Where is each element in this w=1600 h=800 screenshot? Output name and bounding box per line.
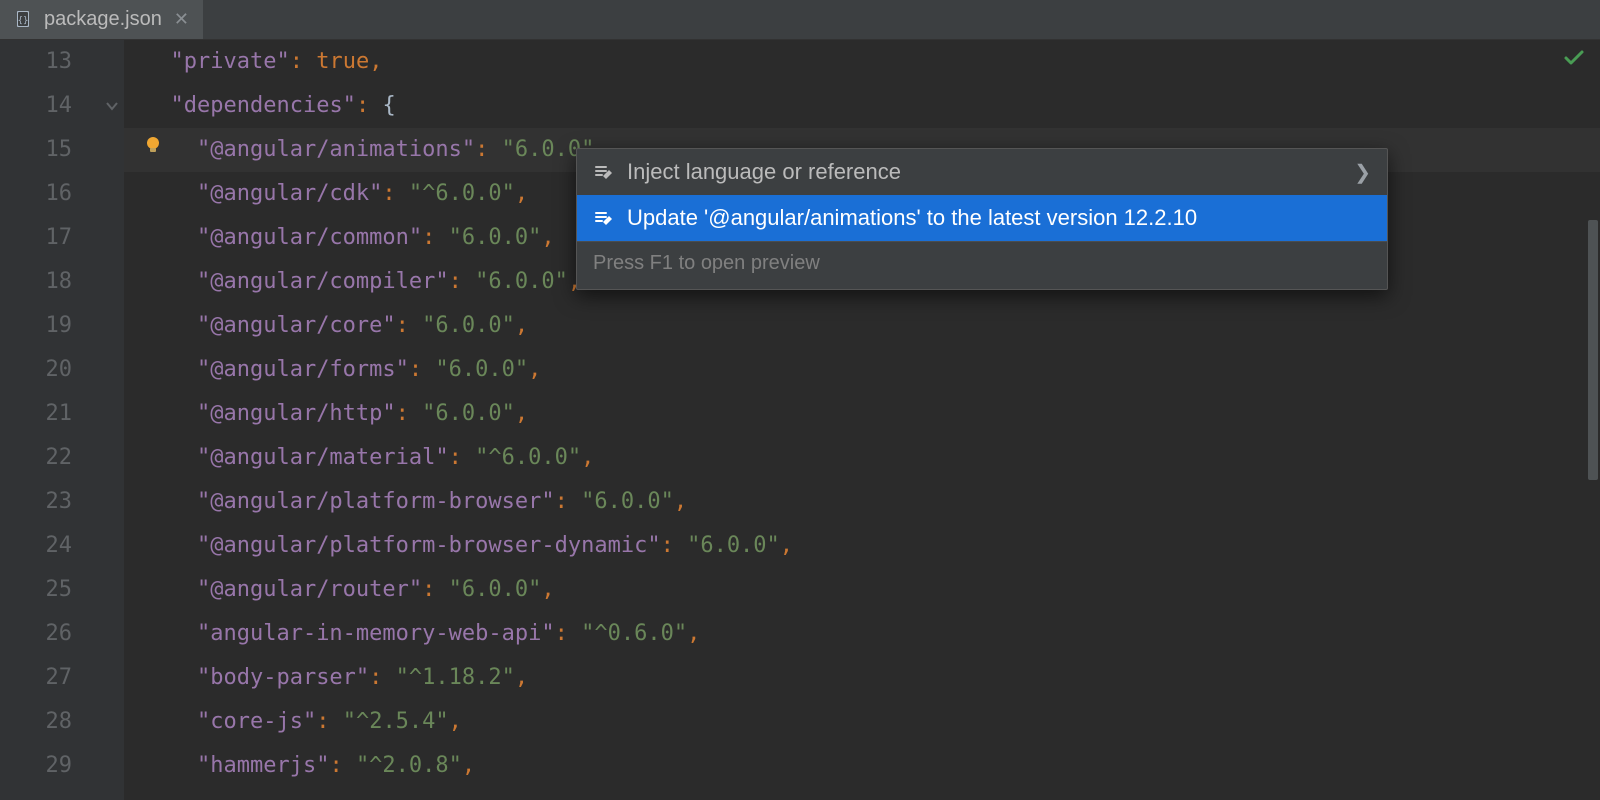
tab-bar: {} package.json ✕ <box>0 0 1600 40</box>
line-number: 28 <box>0 700 72 744</box>
line-number-gutter: 1314151617181920212223242526272829 <box>0 40 100 800</box>
line-number: 23 <box>0 480 72 524</box>
edit-icon <box>593 208 613 228</box>
line-number: 21 <box>0 392 72 436</box>
intention-actions-popup: Inject language or reference ❯ Update '@… <box>576 148 1388 290</box>
json-file-icon: {} <box>14 10 34 30</box>
intention-item-inject[interactable]: Inject language or reference ❯ <box>577 149 1387 195</box>
editor: 1314151617181920212223242526272829 Injec… <box>0 40 1600 800</box>
intention-item-label: Update '@angular/animations' to the late… <box>627 205 1197 231</box>
code-line[interactable]: "@angular/http": "6.0.0", <box>124 392 1600 436</box>
line-number: 15 <box>0 128 72 172</box>
line-number: 18 <box>0 260 72 304</box>
line-number: 20 <box>0 348 72 392</box>
code-line[interactable]: "@angular/core": "6.0.0", <box>124 304 1600 348</box>
line-number: 19 <box>0 304 72 348</box>
intention-footer: Press F1 to open preview <box>577 241 1387 289</box>
intention-item-label: Inject language or reference <box>627 159 901 185</box>
svg-text:{}: {} <box>18 16 29 26</box>
code-line[interactable]: "@angular/platform-browser-dynamic": "6.… <box>124 524 1600 568</box>
code-line[interactable]: "dependencies": { <box>124 84 1600 128</box>
code-line[interactable]: "@angular/router": "6.0.0", <box>124 568 1600 612</box>
line-number: 22 <box>0 436 72 480</box>
line-number: 14 <box>0 84 72 128</box>
code-area[interactable]: Inject language or reference ❯ Update '@… <box>124 40 1600 800</box>
line-number: 27 <box>0 656 72 700</box>
editor-tab[interactable]: {} package.json ✕ <box>0 0 203 39</box>
close-tab-icon[interactable]: ✕ <box>172 9 191 30</box>
code-line[interactable]: "core-js": "^2.5.4", <box>124 700 1600 744</box>
fold-toggle-icon[interactable] <box>100 84 124 128</box>
line-number: 29 <box>0 744 72 788</box>
tab-filename: package.json <box>44 8 162 31</box>
code-line[interactable]: "private": true, <box>124 40 1600 84</box>
code-line[interactable]: "angular-in-memory-web-api": "^0.6.0", <box>124 612 1600 656</box>
intention-item-update[interactable]: Update '@angular/animations' to the late… <box>577 195 1387 241</box>
line-number: 13 <box>0 40 72 84</box>
code-line[interactable]: "@angular/forms": "6.0.0", <box>124 348 1600 392</box>
line-number: 16 <box>0 172 72 216</box>
fold-strip <box>100 40 124 800</box>
line-number: 26 <box>0 612 72 656</box>
line-number: 25 <box>0 568 72 612</box>
chevron-right-icon: ❯ <box>1354 160 1371 185</box>
line-number: 17 <box>0 216 72 260</box>
code-line[interactable]: "@angular/material": "^6.0.0", <box>124 436 1600 480</box>
intention-bulb-icon[interactable] <box>142 128 164 172</box>
edit-icon <box>593 162 613 182</box>
code-line[interactable]: "hammerjs": "^2.0.8", <box>124 744 1600 788</box>
line-number: 24 <box>0 524 72 568</box>
code-line[interactable]: "@angular/platform-browser": "6.0.0", <box>124 480 1600 524</box>
code-line[interactable]: "body-parser": "^1.18.2", <box>124 656 1600 700</box>
